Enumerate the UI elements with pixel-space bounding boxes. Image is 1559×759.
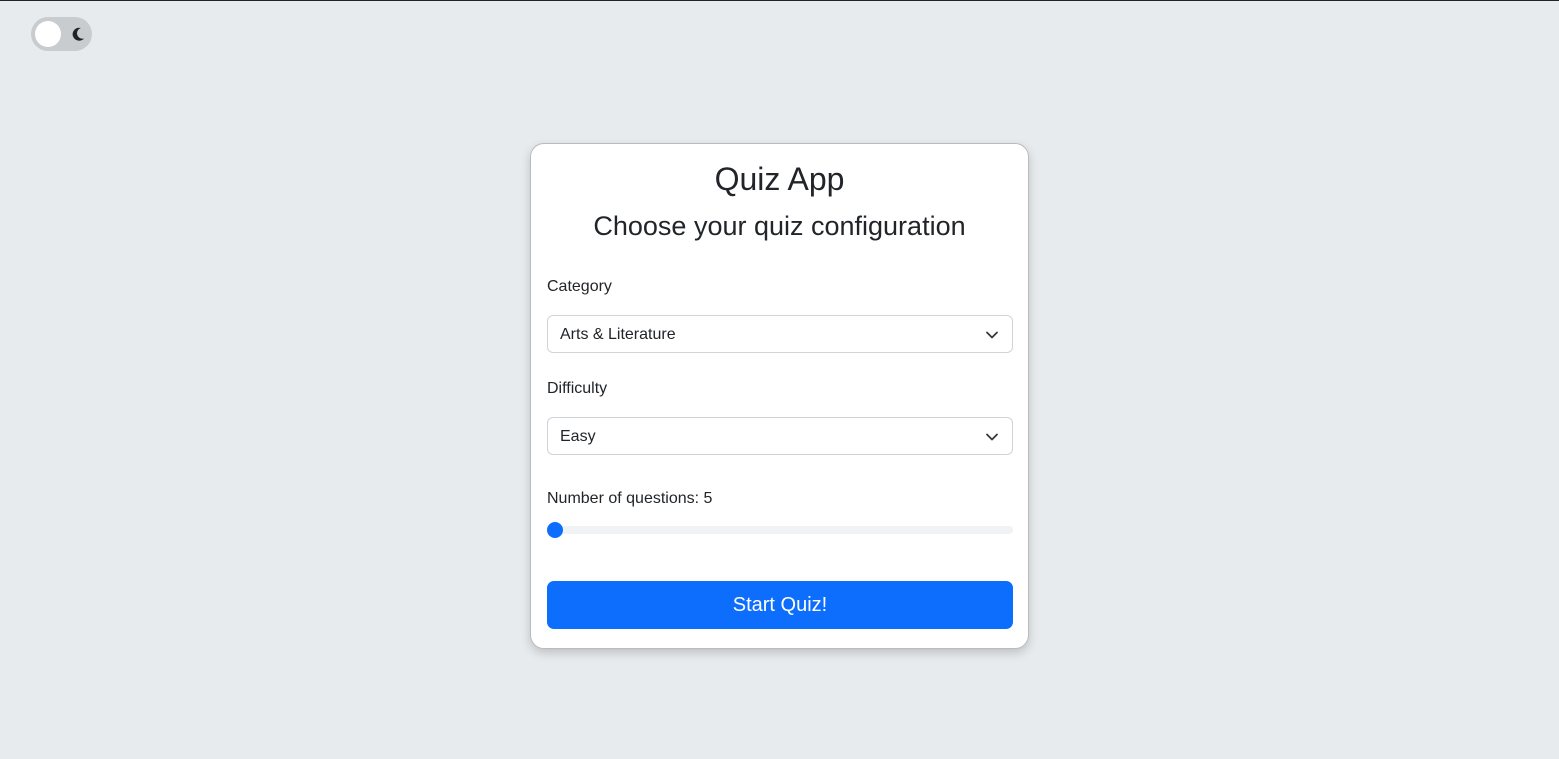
start-quiz-button[interactable]: Start Quiz! [547,581,1013,629]
theme-toggle[interactable] [31,17,92,51]
app-title: Quiz App [714,161,845,197]
questions-label: Number of questions: 5 [547,489,712,509]
questions-label-text: Number of questions: [547,490,704,507]
slider-track [547,526,1013,534]
chevron-down-icon [986,433,998,441]
difficulty-label: Difficulty [547,380,608,397]
category-label: Category [547,278,612,295]
difficulty-select[interactable]: Easy [547,417,1013,455]
quiz-config-card: Quiz App Choose your quiz configuration … [530,143,1029,649]
category-select[interactable]: Arts & Literature [547,315,1013,353]
difficulty-selected-value: Easy [560,428,596,445]
config-title: Choose your quiz configuration [593,211,966,241]
slider-thumb[interactable] [547,522,563,538]
toggle-knob [35,21,61,47]
questions-count: 5 [703,490,713,507]
chevron-down-icon [986,331,998,339]
questions-slider[interactable] [547,522,1013,538]
category-selected-value: Arts & Literature [560,326,676,343]
moon-icon [72,27,84,41]
